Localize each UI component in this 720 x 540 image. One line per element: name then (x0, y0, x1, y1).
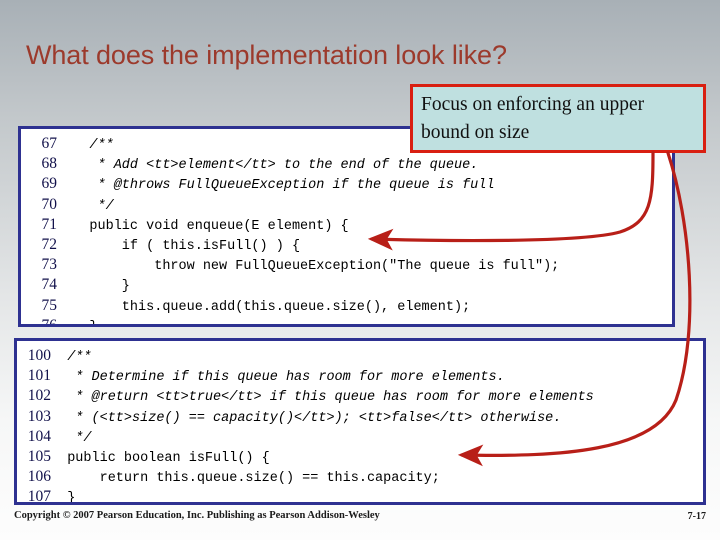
code-line: 72 if ( this.isFull() ) { (21, 235, 672, 255)
code-line: 74 } (21, 275, 672, 295)
code-text: } (51, 491, 76, 505)
code-line: 71 public void enqueue(E element) { (21, 215, 672, 235)
line-number: 102 (27, 387, 51, 405)
code-text: throw new FullQueueException("The queue … (57, 259, 560, 275)
code-text: public void enqueue(E element) { (57, 218, 349, 234)
code-line: 73 throw new FullQueueException("The que… (21, 255, 672, 275)
code-text: * @return <tt>true</tt> if this queue ha… (51, 390, 594, 406)
callout-line-2: bound on size (421, 122, 530, 143)
callout-box: Focus on enforcing an upper bound on siz… (410, 84, 706, 153)
line-number: 73 (41, 256, 58, 274)
code-line: 106 return this.queue.size() == this.cap… (17, 467, 703, 487)
code-text: return this.queue.size() == this.capacit… (51, 471, 440, 487)
code-text: */ (57, 198, 114, 214)
code-line: 105 public boolean isFull() { (17, 447, 703, 467)
line-number: 106 (27, 468, 51, 486)
line-number: 69 (41, 175, 58, 193)
code-text: } (57, 279, 130, 295)
code-text: /** (57, 138, 114, 153)
code-line: 103 * (<tt>size() == capacity()</tt>); <… (17, 407, 703, 427)
code-line: 76 } (21, 316, 672, 327)
code-lines: 67 /** 68 * Add <tt>element</tt> to the e… (21, 129, 672, 327)
line-number: 76 (41, 316, 58, 327)
line-number: 75 (41, 296, 58, 314)
copyright-text: Copyright © 2007 Pearson Education, Inc.… (14, 510, 380, 521)
code-lines: 100 /** 101 * Determine if this queue has… (17, 341, 703, 505)
code-block-enqueue: 67 /** 68 * Add <tt>element</tt> to the e… (18, 126, 675, 327)
line-number: 100 (27, 347, 51, 364)
callout-line-1: Focus on enforcing an upper (421, 94, 645, 115)
code-text: } (57, 320, 97, 324)
line-number: 72 (41, 235, 58, 253)
code-text: */ (51, 430, 92, 446)
code-line: 70 */ (21, 195, 672, 215)
code-line: 69 * @throws FullQueueException if the q… (21, 174, 672, 194)
code-text: * Determine if this queue has room for m… (51, 370, 505, 386)
page-number: 7-17 (687, 511, 706, 522)
line-number: 68 (41, 155, 58, 173)
code-text: /** (51, 350, 92, 365)
code-block-isfull: 100 /** 101 * Determine if this queue has… (14, 338, 706, 505)
code-line: 100 /** (17, 346, 703, 366)
slide: What does the implementation look like? … (0, 0, 720, 540)
line-number: 67 (41, 135, 58, 152)
line-number: 103 (27, 407, 51, 425)
line-number: 101 (27, 367, 51, 385)
code-text: if ( this.isFull() ) { (57, 238, 301, 254)
code-text: this.queue.add(this.queue.size(), elemen… (57, 299, 471, 315)
code-line: 68 * Add <tt>element</tt> to the end of … (21, 154, 672, 174)
code-text: public boolean isFull() { (51, 450, 270, 466)
code-text: * @throws FullQueueException if the queu… (57, 178, 495, 194)
line-number: 107 (27, 488, 51, 505)
line-number: 71 (41, 215, 58, 233)
page-title: What does the implementation look like? (26, 40, 507, 70)
code-line: 104 */ (17, 427, 703, 447)
line-number: 70 (41, 195, 58, 213)
line-number: 104 (27, 427, 51, 445)
code-line: 107 } (17, 487, 703, 505)
code-text: * Add <tt>element</tt> to the end of the… (57, 158, 479, 174)
code-line: 102 * @return <tt>true</tt> if this queu… (17, 386, 703, 406)
code-text: * (<tt>size() == capacity()</tt>); <tt>f… (51, 410, 562, 426)
line-number: 105 (27, 447, 51, 465)
line-number: 74 (41, 276, 58, 294)
code-line: 75 this.queue.add(this.queue.size(), ele… (21, 296, 672, 316)
code-line: 101 * Determine if this queue has room f… (17, 366, 703, 386)
